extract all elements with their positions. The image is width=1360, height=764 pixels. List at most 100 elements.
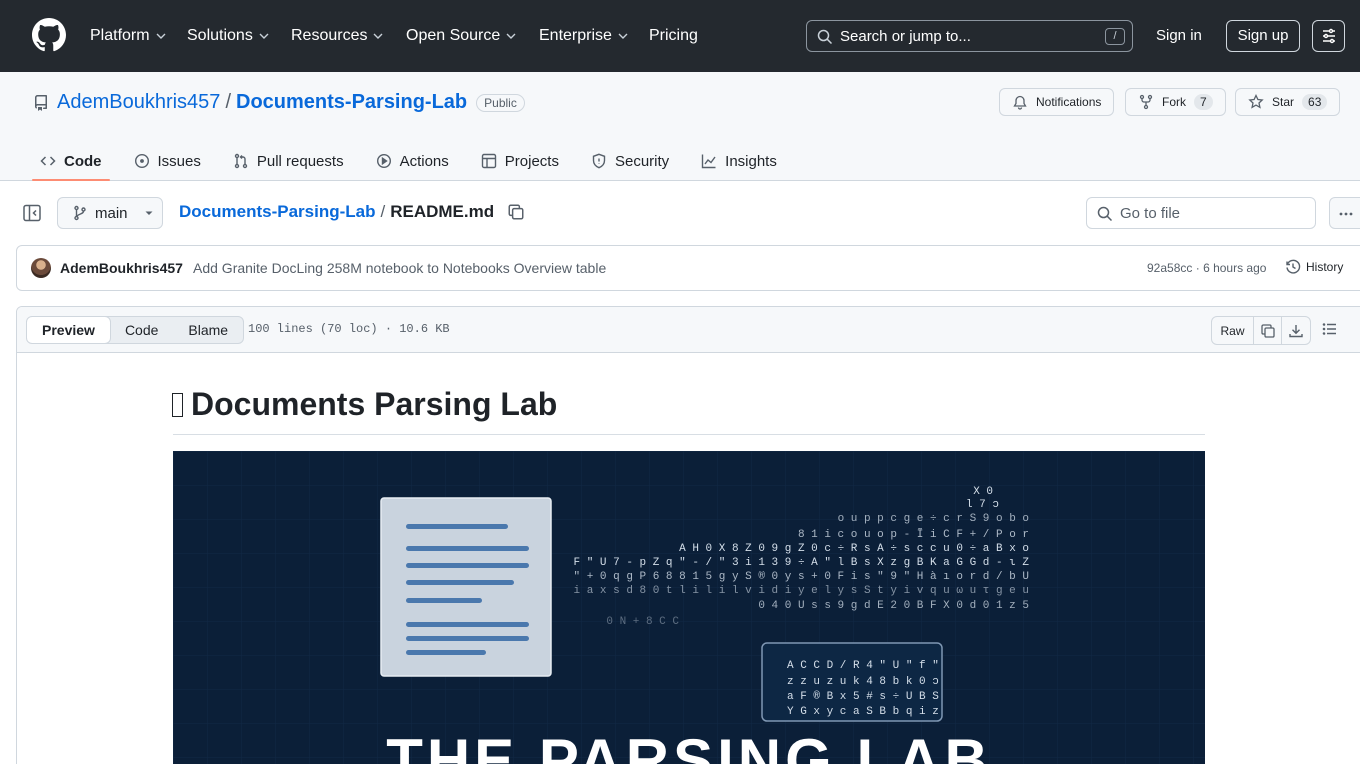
tab-security[interactable]: Security: [583, 142, 677, 180]
tab-projects[interactable]: Projects: [473, 142, 567, 180]
star-count: 63: [1302, 94, 1328, 110]
raw-button[interactable]: Raw: [1212, 317, 1254, 344]
search-icon: [1097, 206, 1113, 222]
copy-icon: [1260, 323, 1275, 338]
glyph-line: i a x s d 8 0 t l i l i l v i d i y e l …: [574, 585, 1029, 597]
file-viewer-header: Preview Code Blame 100 lines (70 loc) · …: [17, 307, 1360, 353]
nav-solutions[interactable]: Solutions: [187, 24, 270, 48]
title-divider: [173, 434, 1205, 435]
repo-name-link[interactable]: Documents-Parsing-Lab: [236, 91, 467, 114]
breadcrumb-separator: /: [380, 202, 386, 221]
sliders-icon: [1323, 28, 1335, 44]
tab-actions[interactable]: Actions: [368, 142, 457, 180]
breadcrumb-repo-link[interactable]: Documents-Parsing-Lab: [179, 202, 375, 222]
repo-owner-link[interactable]: AdemBoukhris457: [57, 91, 220, 114]
chevron-down-icon: [618, 33, 628, 39]
tab-issues-label: Issues: [157, 152, 201, 170]
commit-meta-dot: ·: [1195, 261, 1200, 275]
menu-button[interactable]: [1312, 20, 1345, 52]
repo-tabs: Code Issues Pull requests Actions Projec…: [32, 142, 801, 181]
caret-down-icon: [145, 211, 153, 215]
code-icon: [40, 156, 56, 166]
nav-pricing[interactable]: Pricing: [649, 24, 698, 48]
download-icon: [1289, 324, 1303, 337]
nav-enterprise[interactable]: Enterprise: [539, 24, 629, 48]
history-link[interactable]: History: [1285, 259, 1343, 275]
commit-time: 6 hours ago: [1203, 261, 1267, 275]
glyph-line: l 7 ɔ: [966, 499, 999, 511]
shield-icon: [592, 153, 606, 169]
outline-list-icon[interactable]: [1322, 321, 1338, 337]
history-label: History: [1306, 260, 1344, 274]
tab-pull-requests-label: Pull requests: [256, 152, 344, 170]
download-button[interactable]: [1282, 317, 1310, 344]
copy-raw-button[interactable]: [1254, 317, 1282, 344]
commit-author-link[interactable]: AdemBoukhris457: [60, 260, 183, 276]
more-options-button[interactable]: [1329, 197, 1360, 229]
sign-in-link[interactable]: Sign in: [1156, 27, 1202, 44]
go-to-file-placeholder: Go to file: [1120, 205, 1181, 222]
commit-meta: 92a58cc · 6 hours ago: [1147, 261, 1266, 275]
search-icon: [817, 29, 833, 45]
nav-enterprise-label: Enterprise: [539, 27, 612, 44]
nav-open-source[interactable]: Open Source: [406, 24, 517, 48]
nav-resources[interactable]: Resources: [291, 24, 384, 48]
glyph-line: F " U 7 - p Z q " - / " 3 i 1 3 9 ÷ A " …: [574, 557, 1030, 569]
branch-name: main: [95, 204, 128, 222]
fork-label: Fork: [1162, 95, 1186, 109]
go-to-file-input[interactable]: Go to file: [1086, 197, 1316, 229]
copy-path-icon[interactable]: [507, 203, 525, 221]
bell-icon: [1013, 95, 1027, 110]
github-logo-icon[interactable]: [32, 18, 66, 52]
search-shortcut-key: /: [1105, 28, 1125, 45]
global-header: Platform Solutions Resources Open Source…: [0, 0, 1360, 72]
play-icon: [376, 153, 391, 169]
nav-platform-label: Platform: [90, 27, 150, 44]
output-line: A C C D / R 4 " U " f ": [787, 660, 939, 672]
commit-sha-link[interactable]: 92a58cc: [1147, 261, 1192, 275]
repo-icon: [34, 95, 47, 111]
chevron-down-icon: [373, 33, 383, 39]
history-icon: [1286, 259, 1301, 274]
branch-selector[interactable]: main: [57, 197, 163, 229]
graph-icon: [701, 154, 716, 169]
output-box: A C C D / R 4 " U " f " z z u z u k 4 8 …: [761, 642, 943, 722]
glyph-line: 0 N + 8 C C: [606, 616, 679, 628]
star-button[interactable]: Star 63: [1235, 88, 1341, 116]
tab-code[interactable]: Code: [32, 142, 110, 181]
fork-button[interactable]: Fork 7: [1125, 88, 1226, 116]
latest-commit-bar: AdemBoukhris457 Add Granite DocLing 258M…: [16, 245, 1360, 291]
branch-icon: [74, 205, 86, 221]
view-mode-switch: Preview Code Blame: [26, 316, 245, 344]
file-actions-group: Raw: [1211, 316, 1311, 345]
tab-pull-requests[interactable]: Pull requests: [225, 142, 352, 180]
notifications-button[interactable]: Notifications: [999, 88, 1115, 116]
glyph-line: o u p p c g e ÷ c r S 9 o b o: [838, 513, 1029, 525]
breadcrumb-file-name: README.md: [390, 202, 495, 221]
mode-blame-button[interactable]: Blame: [173, 317, 243, 343]
repo-title-separator: /: [225, 91, 231, 113]
output-line: Y G x y c a S B b q i z: [787, 706, 939, 718]
issue-icon: [134, 153, 149, 169]
glyph-line: A H 0 X 8 Z 0 9 g Z 0 c ÷ R s A ÷ s c c …: [679, 543, 1029, 555]
mode-preview-button[interactable]: Preview: [27, 317, 111, 343]
tab-code-label: Code: [64, 152, 102, 170]
sidebar-toggle-icon[interactable]: [22, 203, 42, 223]
avatar[interactable]: [31, 258, 51, 278]
star-label: Star: [1272, 95, 1295, 109]
global-search-input[interactable]: Search or jump to... /: [806, 20, 1133, 52]
readme-banner-image: X 0 l 7 ɔ o u p p c g e ÷ c r S 9 o b o …: [173, 451, 1205, 764]
tab-issues[interactable]: Issues: [126, 142, 209, 180]
table-icon: [481, 153, 496, 169]
glyph-line: 8 1 i c o u o p - Ĩ i C F + / P o r: [798, 528, 1029, 541]
nav-platform[interactable]: Platform: [90, 24, 167, 48]
sign-up-button[interactable]: Sign up: [1226, 20, 1300, 52]
output-line: z z u z u k 4 8 b k 0 ɔ: [787, 676, 939, 688]
nav-solutions-label: Solutions: [187, 27, 253, 44]
commit-message-link[interactable]: Add Granite DocLing 258M notebook to Not…: [193, 260, 606, 276]
readme-title: Documents Parsing Lab: [172, 386, 557, 423]
tab-insights[interactable]: Insights: [693, 142, 785, 180]
chevron-down-icon: [506, 33, 516, 39]
mode-code-button[interactable]: Code: [110, 317, 173, 343]
nav-open-source-label: Open Source: [406, 27, 501, 44]
